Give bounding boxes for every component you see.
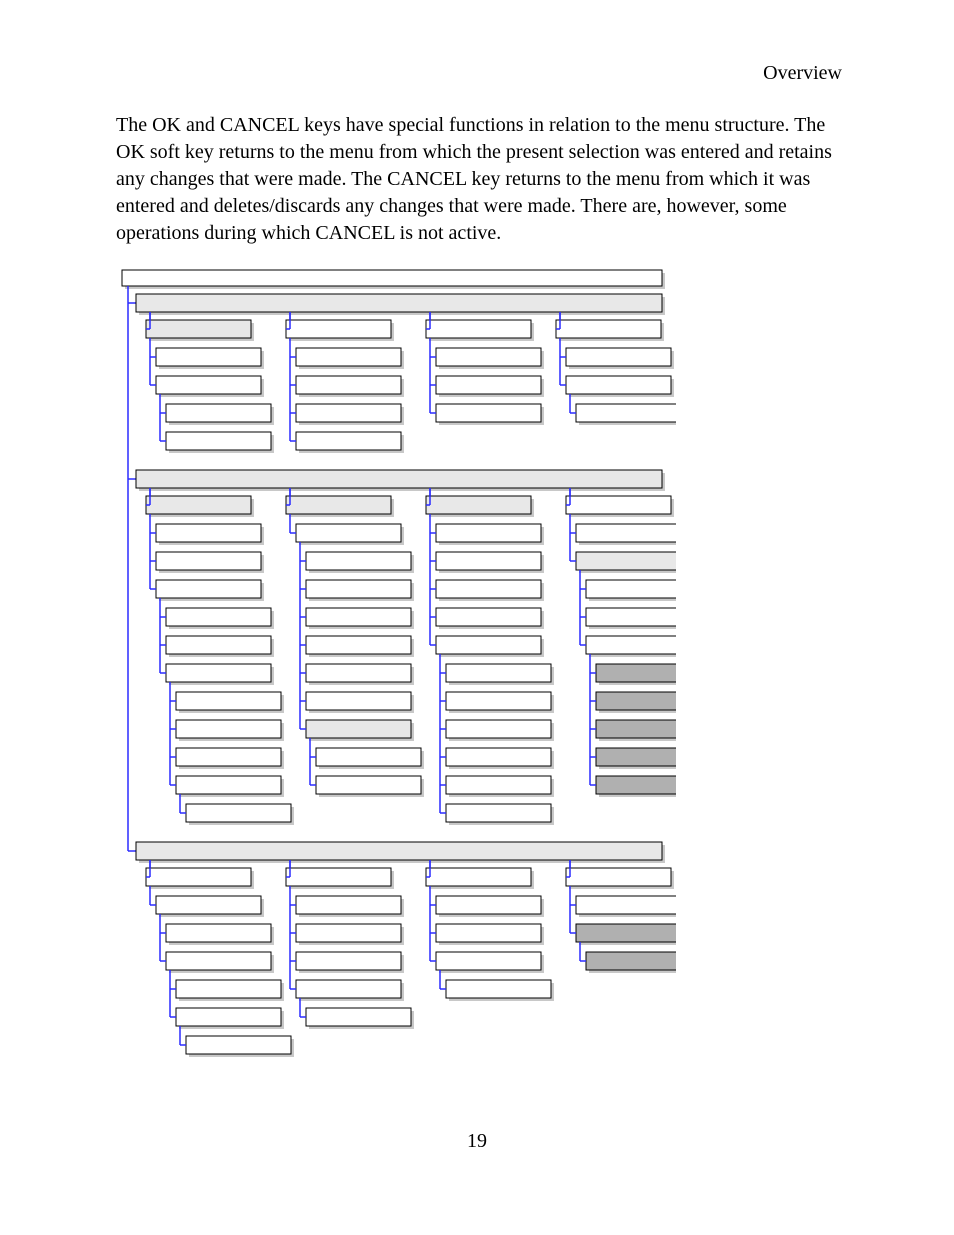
- menu-tree-diagram: [116, 268, 676, 1078]
- section-header: Overview: [763, 62, 842, 85]
- document-page: Overview The OK and CANCEL keys have spe…: [0, 0, 954, 1235]
- body-paragraph: The OK and CANCEL keys have special func…: [116, 112, 856, 247]
- page-number: 19: [0, 1130, 954, 1153]
